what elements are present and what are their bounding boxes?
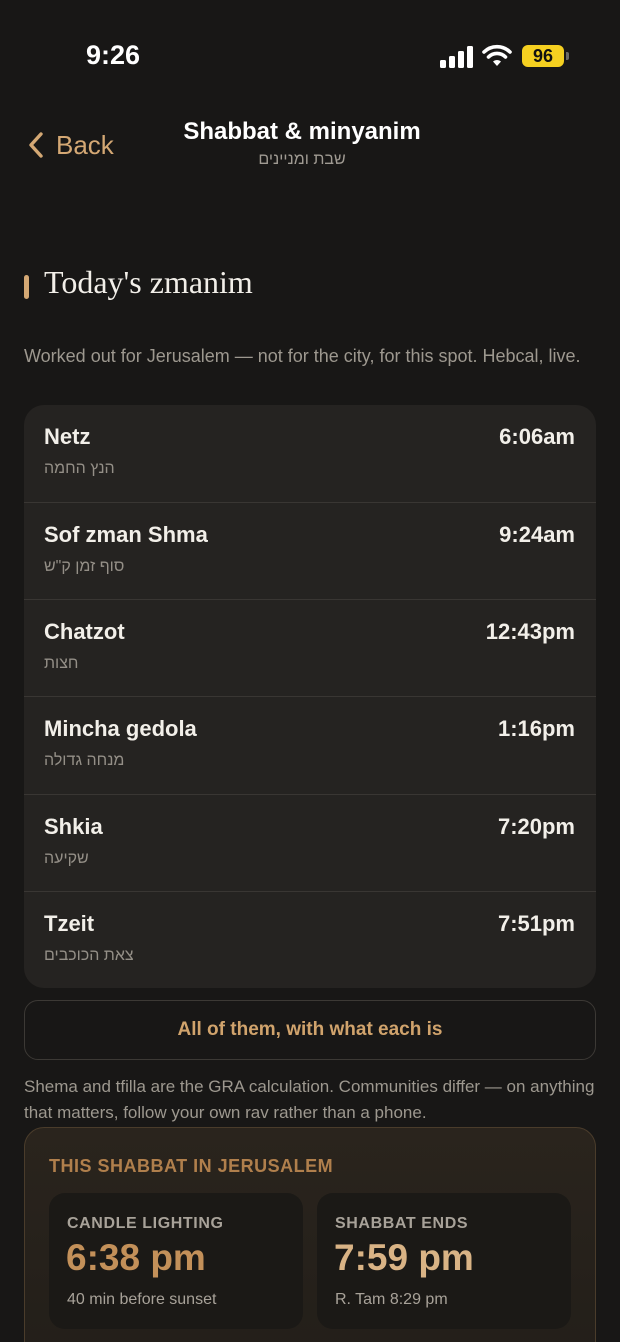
zman-hebrew: צאת הכוכבים: [44, 947, 134, 964]
zman-time: 6:06am: [499, 424, 575, 449]
zman-hebrew: חצות: [44, 655, 79, 672]
shabbat-ends-time: 7:59 pm: [334, 1237, 474, 1278]
zman-hebrew: סוף זמן ק"ש: [44, 558, 125, 575]
battery-icon: 96: [522, 45, 570, 67]
zman-time: 1:16pm: [497, 716, 575, 741]
zman-row-mincha-gedola: Mincha gedola מנחה גדולה 1:16pm: [24, 696, 596, 793]
candle-lighting-time: 6:38 pm: [66, 1237, 206, 1278]
shabbat-card: THIS SHABBAT IN JERUSALEM CANDLE LIGHTIN…: [24, 1127, 596, 1342]
zman-time: 12:43pm: [485, 619, 575, 644]
zman-name: Sof zman Shma: [44, 522, 208, 547]
battery-level: 96: [522, 45, 564, 67]
candle-lighting-note: 40 min before sunset: [67, 1291, 217, 1308]
shabbat-ends-box: SHABBAT ENDS 7:59 pm R. Tam 8:29 pm: [317, 1193, 571, 1329]
wifi-icon: [482, 44, 512, 68]
zman-row-shkia: Shkia שקיעה 7:20pm: [24, 794, 596, 891]
candle-lighting-label: CANDLE LIGHTING: [67, 1215, 224, 1232]
zman-hebrew: מנחה גדולה: [44, 752, 125, 769]
section-accent-bar: [24, 275, 29, 299]
all-zmanim-button[interactable]: All of them, with what each is: [24, 1000, 596, 1060]
zman-row-tzeit: Tzeit צאת הכוכבים 7:51pm: [24, 891, 596, 988]
zman-time: 7:51pm: [497, 911, 575, 936]
zman-name: Netz: [44, 424, 91, 449]
zman-name: Tzeit: [44, 911, 95, 936]
status-time: 9:26: [86, 40, 141, 70]
zman-time: 7:20pm: [497, 814, 575, 839]
zman-name: Chatzot: [44, 619, 125, 644]
status-bar: 9:26 96: [0, 0, 620, 100]
zmanim-list: Netz הנץ החמה 6:06am Sof zman Shma סוף ז…: [24, 405, 596, 988]
zman-name: Shkia: [44, 814, 103, 839]
shabbat-ends-note: R. Tam 8:29 pm: [335, 1291, 448, 1308]
calculation-note: Shema and tfilla are the GRA calculation…: [24, 1077, 595, 1122]
zman-hebrew: הנץ החמה: [44, 460, 115, 477]
shabbat-ends-label: SHABBAT ENDS: [335, 1215, 469, 1232]
zman-hebrew: שקיעה: [44, 850, 89, 867]
zman-row-netz: Netz הנץ החמה 6:06am: [24, 405, 596, 502]
zman-row-chatzot: Chatzot חצות 12:43pm: [24, 599, 596, 696]
section-title: Today's zmanim: [44, 264, 253, 300]
section-intro: Worked out for Jerusalem — not for the c…: [24, 346, 581, 366]
page-title: Shabbat & minyanim: [183, 118, 421, 145]
candle-lighting-box: CANDLE LIGHTING 6:38 pm 40 min before su…: [49, 1193, 303, 1329]
page-subtitle-hebrew: שבת ומניינים: [258, 151, 346, 168]
zman-time: 9:24am: [499, 522, 575, 547]
shabbat-heading: THIS SHABBAT IN JERUSALEM: [49, 1156, 334, 1176]
zman-name: Mincha gedola: [44, 716, 197, 741]
zman-row-sof-zman-shma: Sof zman Shma סוף זמן ק"ש 9:24am: [24, 502, 596, 599]
cellular-signal-icon: [440, 46, 474, 68]
